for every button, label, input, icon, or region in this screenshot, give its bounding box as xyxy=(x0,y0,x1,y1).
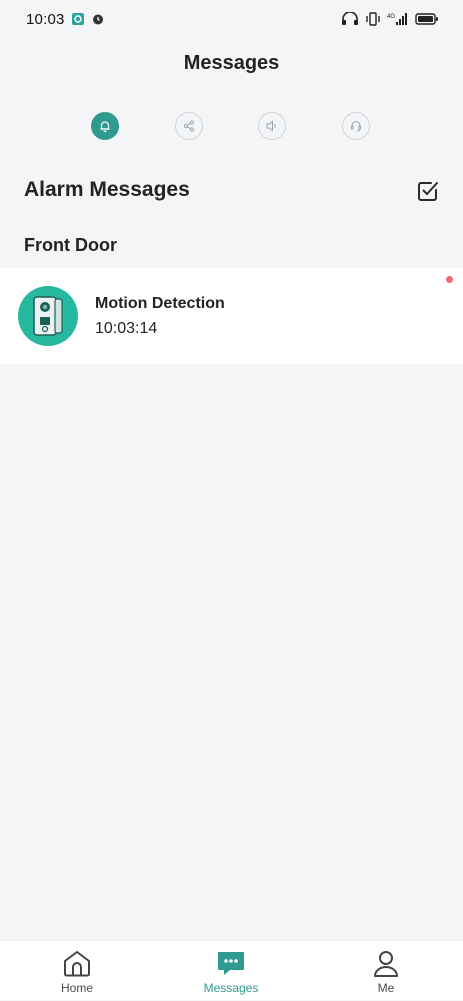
alarm-clock-icon xyxy=(91,12,105,26)
section-title: Alarm Messages xyxy=(24,178,190,201)
person-icon xyxy=(371,948,401,978)
filter-share-button[interactable] xyxy=(175,112,203,140)
status-bar: 10:03 4G xyxy=(0,0,463,38)
device-avatar xyxy=(18,286,78,346)
doorbell-camera-icon xyxy=(26,293,70,339)
filter-service-button[interactable] xyxy=(342,112,370,140)
nav-me-label: Me xyxy=(377,981,395,995)
speaker-icon xyxy=(265,119,279,133)
device-group-title: Front Door xyxy=(24,235,117,255)
home-icon xyxy=(62,948,92,978)
battery-icon xyxy=(415,12,439,26)
unread-indicator xyxy=(446,276,453,283)
app-notification-icon xyxy=(71,12,85,26)
status-right: 4G xyxy=(341,12,439,26)
nav-home[interactable]: Home xyxy=(17,941,137,1001)
message-filter-row xyxy=(0,112,463,144)
message-item[interactable]: Motion Detection 10:03:14 xyxy=(0,268,463,364)
network-label: 4G xyxy=(387,14,395,20)
headset-icon xyxy=(349,119,363,133)
page-title: Messages xyxy=(183,52,280,74)
bottom-navigation: Home Messages Me xyxy=(0,940,463,1000)
message-time: 10:03:14 xyxy=(95,320,158,337)
signal-icon: 4G xyxy=(387,12,409,26)
nav-messages-label: Messages xyxy=(203,981,259,995)
select-messages-button[interactable] xyxy=(415,178,441,204)
status-left: 10:03 xyxy=(26,11,105,28)
checkbox-check-icon xyxy=(416,179,440,203)
nav-messages[interactable]: Messages xyxy=(171,941,291,1001)
status-time: 10:03 xyxy=(26,10,65,28)
nav-me[interactable]: Me xyxy=(326,941,446,1001)
bell-icon xyxy=(98,119,112,133)
headphones-icon xyxy=(341,12,359,26)
nav-home-label: Home xyxy=(60,981,93,995)
share-icon xyxy=(182,119,196,133)
vibrate-icon xyxy=(365,12,381,26)
filter-sound-button[interactable] xyxy=(258,112,286,140)
chat-icon xyxy=(216,948,246,978)
message-title: Motion Detection xyxy=(95,295,225,312)
filter-alarm-button[interactable] xyxy=(91,112,119,140)
